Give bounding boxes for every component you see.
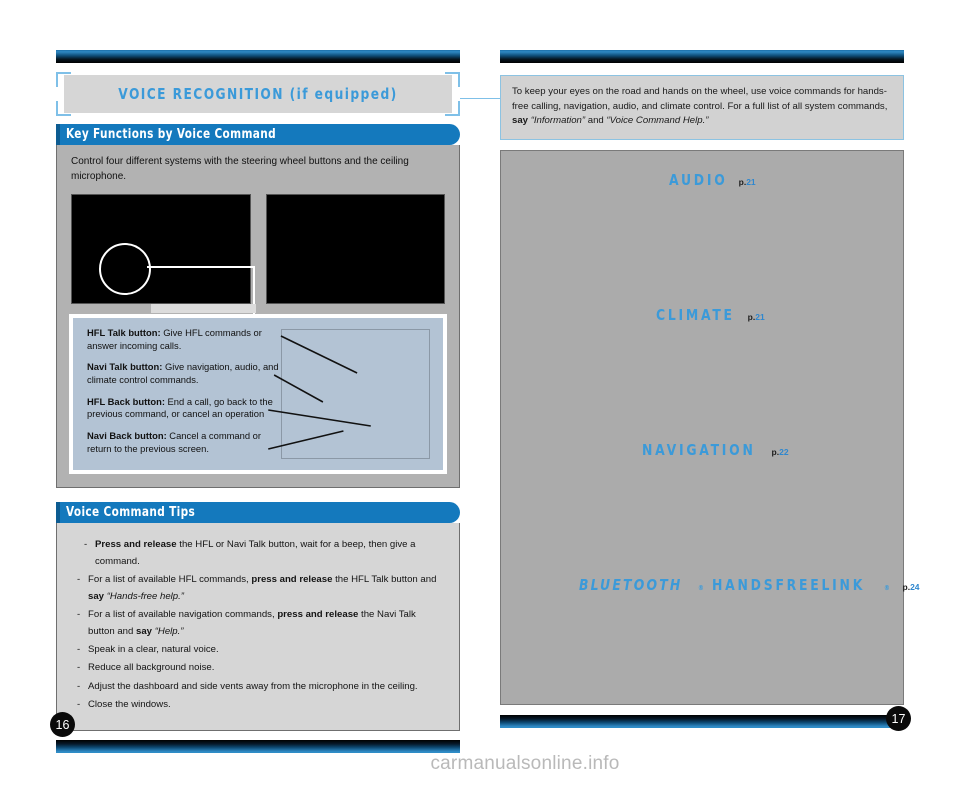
page-prefix: p.	[771, 446, 780, 457]
key-functions-panel: Key Functions by Voice Command Control f…	[56, 124, 460, 488]
right-page: To keep your eyes on the road and hands …	[500, 50, 920, 728]
tips-body: Press and release the HFL or Navi Talk b…	[56, 523, 460, 731]
note-phrase: “Information”	[530, 115, 586, 127]
left-page-bottom-rail	[56, 739, 460, 753]
bracket-top-left-icon	[56, 72, 71, 87]
system-label-climate: CLIMATE p.21	[656, 306, 765, 324]
callout-term: Navi Back button:	[87, 430, 167, 442]
left-page: VOICE RECOGNITION (if equipped) Key Func…	[56, 50, 460, 753]
callout-item: HFL Talk button: Give HFL commands or an…	[87, 327, 287, 352]
right-page-top-rail	[500, 50, 904, 63]
note-phrase: “Voice Command Help.”	[606, 115, 709, 127]
tips-list: Press and release the HFL or Navi Talk b…	[75, 536, 443, 713]
bracket-bottom-right-icon	[445, 101, 460, 116]
page-number-right: 17	[886, 706, 911, 731]
key-functions-header: Key Functions by Voice Command	[56, 124, 460, 145]
key-functions-body: Control four different systems with the …	[56, 145, 460, 488]
system-name: NAVIGATION	[642, 440, 756, 459]
page-number-ref: 22	[779, 446, 789, 457]
list-item: Close the windows.	[75, 696, 443, 713]
system-page-ref: p.24	[903, 582, 920, 592]
page-number-ref: 24	[910, 581, 920, 592]
key-functions-heading: Key Functions by Voice Command	[66, 127, 277, 142]
callout-item: Navi Back button: Cancel a command or re…	[87, 430, 287, 455]
system-page-ref: p.21	[748, 312, 765, 322]
list-item: Adjust the dashboard and side vents away…	[75, 678, 443, 695]
title-connector-line	[460, 98, 502, 99]
system-name: BLUETOOTH	[579, 575, 683, 594]
list-item: For a list of available HFL commands, pr…	[75, 571, 443, 605]
systems-overview-panel: AUDIO p.21 CLIMATE p.21 NAVIGATION p.22 …	[500, 149, 920, 705]
voice-command-tips-panel: Voice Command Tips Press and release the…	[56, 502, 460, 731]
left-page-top-rail	[56, 50, 460, 63]
tips-header: Voice Command Tips	[56, 502, 460, 523]
system-page-ref: p.22	[772, 447, 789, 457]
system-name: AUDIO	[669, 170, 728, 189]
key-functions-lead: Control four different systems with the …	[71, 156, 409, 182]
system-page-ref: p.21	[739, 177, 756, 187]
system-label-bluetooth-handsfreelink: BLUETOOTH ® HANDSFREELINK ® p.24	[579, 576, 920, 594]
button-callout-text: HFL Talk button: Give HFL commands or an…	[87, 327, 287, 465]
registered-mark-icon: ®	[697, 583, 704, 592]
button-callout-image-frame	[281, 329, 430, 459]
intro-note: To keep your eyes on the road and hands …	[500, 75, 904, 140]
list-item: Reduce all background noise.	[75, 659, 443, 676]
system-name: CLIMATE	[656, 305, 735, 324]
page-title-plate: VOICE RECOGNITION (if equipped)	[56, 72, 460, 116]
tip-strong: press and release	[277, 609, 359, 621]
bracket-top-right-icon	[445, 72, 460, 87]
button-callout-box: HFL Talk button: Give HFL commands or an…	[69, 314, 447, 474]
leader-line-horizontal	[147, 266, 255, 268]
list-item: Speak in a clear, natural voice.	[75, 641, 443, 658]
tip-strong: press and release	[251, 574, 333, 586]
registered-mark-icon: ®	[884, 583, 891, 592]
system-label-navigation: NAVIGATION p.22	[642, 441, 789, 459]
page-number-ref: 21	[755, 311, 765, 322]
page-number-left: 16	[50, 712, 75, 737]
list-item: For a list of available navigation comma…	[75, 606, 443, 640]
page-prefix: p.	[902, 581, 911, 592]
tip-strong: say	[88, 591, 105, 603]
right-page-bottom-rail	[500, 714, 904, 728]
tips-content: Press and release the HFL or Navi Talk b…	[57, 523, 459, 730]
callout-item: Navi Talk button: Give navigation, audio…	[87, 361, 287, 386]
tip-phrase: “Hands-free help.”	[106, 591, 185, 603]
system-name-secondary: HANDSFREELINK	[711, 575, 865, 594]
tips-heading: Voice Command Tips	[66, 505, 196, 520]
note-strong: say	[512, 115, 529, 127]
photo-shelf	[151, 304, 256, 313]
site-watermark: carmanualsonline.info	[0, 753, 960, 775]
steering-wheel-photo	[71, 194, 256, 318]
header-edge	[56, 124, 60, 145]
callout-item: HFL Back button: End a call, go back to …	[87, 396, 287, 421]
photo-strip	[57, 186, 459, 318]
tip-phrase: “Help.”	[154, 626, 184, 638]
system-label-audio: AUDIO p.21	[669, 171, 756, 189]
watermark-text: carmanualsonline.info	[430, 753, 620, 774]
callout-circle-icon	[99, 243, 151, 295]
microphone-photo	[265, 194, 445, 304]
tip-strong: say	[136, 626, 153, 638]
header-edge	[56, 502, 60, 523]
callout-term: Navi Talk button:	[87, 361, 163, 373]
callout-term: HFL Back button:	[87, 395, 165, 407]
bracket-bottom-left-icon	[56, 101, 71, 116]
tip-strong: Press and release	[95, 539, 177, 550]
callout-term: HFL Talk button:	[87, 327, 161, 338]
page-title: VOICE RECOGNITION (if equipped)	[118, 85, 398, 103]
list-item: Press and release the HFL or Navi Talk b…	[75, 536, 443, 570]
page-number-ref: 21	[746, 176, 756, 187]
